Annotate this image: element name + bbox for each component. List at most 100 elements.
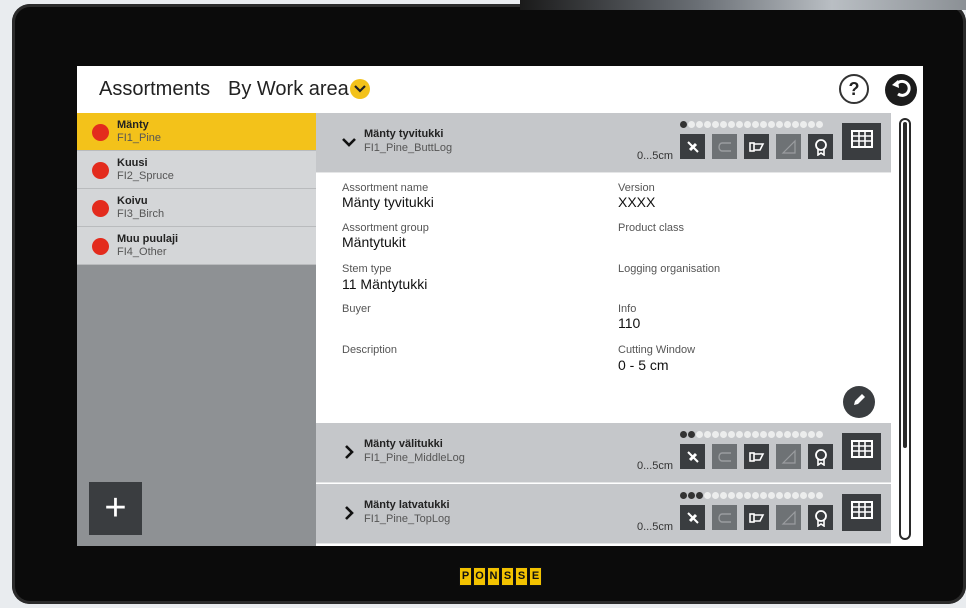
- chevron-down-icon[interactable]: [350, 79, 370, 99]
- page-dot: [808, 492, 815, 499]
- assortment-row[interactable]: Mänty tyvitukki FI1_Pine_ButtLog 0...5cm: [316, 113, 891, 173]
- table-view-button[interactable]: [842, 494, 881, 531]
- ponsse-logo: PONSSE: [459, 567, 543, 586]
- logging-organisation-label: Logging organisation: [618, 263, 721, 275]
- log-end-icon[interactable]: [744, 444, 769, 469]
- page-dot: [808, 121, 815, 128]
- logo-letter: E: [529, 567, 542, 586]
- table-view-button[interactable]: [842, 433, 881, 470]
- logo-letter: N: [487, 567, 500, 586]
- assortment-row[interactable]: Mänty välitukki FI1_Pine_MiddleLog 0...5…: [316, 423, 891, 483]
- pencil-icon: [851, 392, 867, 413]
- assortment-group-value: Mäntytukit: [342, 234, 406, 250]
- page-dot: [768, 431, 775, 438]
- log-outline-icon[interactable]: [712, 505, 737, 530]
- no-saw-icon[interactable]: [680, 444, 705, 469]
- assortment-group-label: Assortment group: [342, 222, 429, 234]
- page-dot: [752, 121, 759, 128]
- log-end-icon[interactable]: [744, 505, 769, 530]
- edit-button[interactable]: [843, 386, 875, 418]
- quality-badge-icon[interactable]: [808, 134, 833, 159]
- chevron-right-icon[interactable]: [341, 444, 357, 460]
- page-dot: [784, 121, 791, 128]
- bezel-glare: [520, 0, 966, 10]
- version-label: Version: [618, 182, 655, 194]
- page-dot: [792, 121, 799, 128]
- page-title: Assortments: [99, 78, 211, 100]
- log-outline-icon[interactable]: [712, 134, 737, 159]
- assortment-code: FI1_Pine_TopLog: [364, 513, 451, 525]
- sidebar-item-code: FI3_Birch: [117, 208, 165, 220]
- chevron-down-icon[interactable]: [341, 134, 357, 150]
- assortment-detail: Assortment name Mänty tyvitukki Version …: [316, 173, 891, 423]
- stem-type-label: Stem type: [342, 263, 392, 275]
- species-status-dot: [92, 200, 109, 217]
- range-label: 0...5cm: [637, 460, 674, 472]
- page-dot: [744, 492, 751, 499]
- ruler-icon[interactable]: [776, 505, 801, 530]
- grid-icon: [850, 501, 873, 524]
- page-dot: [696, 431, 703, 438]
- page-dot: [800, 492, 807, 499]
- page-dot: [808, 431, 815, 438]
- assortment-name: Mänty tyvitukki: [364, 128, 444, 140]
- ruler-icon[interactable]: [776, 444, 801, 469]
- view-selector-label[interactable]: By Work area: [228, 78, 349, 101]
- header: Assortments By Work area ?: [77, 66, 923, 113]
- page-dot: [688, 431, 695, 438]
- ruler-icon[interactable]: [776, 134, 801, 159]
- log-outline-icon[interactable]: [712, 444, 737, 469]
- page-dot: [712, 121, 719, 128]
- page-dot: [816, 121, 823, 128]
- page-dot: [704, 431, 711, 438]
- back-button[interactable]: [885, 74, 917, 106]
- sidebar-item-pine[interactable]: Mänty FI1_Pine: [77, 113, 316, 151]
- page-dot: [736, 431, 743, 438]
- range-label: 0...5cm: [637, 150, 674, 162]
- scrollbar-thumb[interactable]: [903, 122, 907, 448]
- add-assortment-button[interactable]: +: [89, 482, 142, 535]
- page-dot: [816, 431, 823, 438]
- table-view-button[interactable]: [842, 123, 881, 160]
- sidebar-item-label: Muu puulaji: [117, 233, 179, 245]
- sidebar-item-birch[interactable]: Koivu FI3_Birch: [77, 189, 316, 227]
- quality-badge-icon[interactable]: [808, 444, 833, 469]
- species-status-dot: [92, 124, 109, 141]
- logo-letter: S: [515, 567, 528, 586]
- page-dot: [744, 431, 751, 438]
- product-class-label: Product class: [618, 222, 685, 234]
- page-dot: [776, 492, 783, 499]
- species-status-dot: [92, 162, 109, 179]
- logo-letter: O: [473, 567, 486, 586]
- info-value: 110: [618, 315, 641, 331]
- page-dot: [680, 492, 687, 499]
- scrollbar[interactable]: [899, 118, 911, 540]
- help-button[interactable]: ?: [839, 74, 869, 104]
- log-end-icon[interactable]: [744, 134, 769, 159]
- page-dot: [816, 492, 823, 499]
- info-label: Info: [618, 303, 637, 315]
- assortment-code: FI1_Pine_MiddleLog: [364, 452, 465, 464]
- sidebar-item-other[interactable]: Muu puulaji FI4_Other: [77, 227, 316, 265]
- no-saw-icon[interactable]: [680, 505, 705, 530]
- page-dot: [800, 121, 807, 128]
- quality-badge-icon[interactable]: [808, 505, 833, 530]
- sidebar-item-label: Mänty: [117, 119, 149, 131]
- assortment-row[interactable]: Mänty latvatukki FI1_Pine_TopLog 0...5cm: [316, 484, 891, 544]
- stem-type-value: 11 Mäntytukki: [342, 276, 428, 292]
- chevron-right-icon[interactable]: [341, 505, 357, 521]
- page-dot: [792, 492, 799, 499]
- no-saw-icon[interactable]: [680, 134, 705, 159]
- page-dot: [752, 431, 759, 438]
- feature-icons: [680, 134, 833, 159]
- page-dots: [680, 121, 823, 128]
- page-dot: [728, 492, 735, 499]
- sidebar-item-code: FI1_Pine: [117, 132, 162, 144]
- cutting-window-value: 0 - 5 cm: [618, 357, 669, 373]
- buyer-label: Buyer: [342, 303, 371, 315]
- sidebar-item-spruce[interactable]: Kuusi FI2_Spruce: [77, 151, 316, 189]
- description-label: Description: [342, 344, 398, 356]
- page-dot: [800, 431, 807, 438]
- assortment-name: Mänty latvatukki: [364, 499, 450, 511]
- page-dot: [744, 121, 751, 128]
